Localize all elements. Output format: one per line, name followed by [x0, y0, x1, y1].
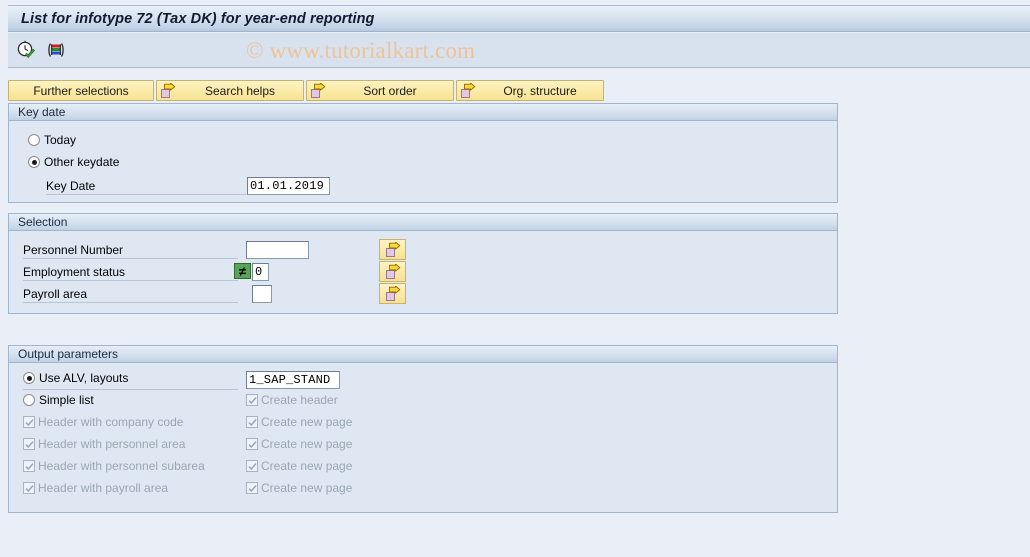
- payroll-area-multiple-selection-button[interactable]: [379, 283, 406, 304]
- checkbox-create-new-page-1[interactable]: Create new page: [246, 415, 352, 429]
- personnel-number-label: Personnel Number: [23, 241, 238, 259]
- personnel-number-input[interactable]: [246, 241, 309, 259]
- variant-bars-icon[interactable]: [44, 38, 68, 62]
- checkbox-icon[interactable]: [246, 416, 258, 428]
- sort-order-label: Sort order: [363, 83, 417, 98]
- key-date-input[interactable]: 01.01.2019: [247, 177, 330, 195]
- arrow-right-icon: [159, 81, 177, 100]
- checkbox-icon[interactable]: [246, 460, 258, 472]
- radio-simple-list[interactable]: Simple list: [23, 393, 94, 407]
- key-date-panel: Key date Today Other keydate Key Date 01…: [8, 103, 838, 203]
- checkbox-label: Create new page: [261, 415, 353, 429]
- toolbar-icon-group: [14, 33, 68, 67]
- alv-row-underline: [23, 389, 238, 390]
- checkbox-header-with-payroll-area[interactable]: Header with payroll area: [23, 481, 168, 495]
- checkbox-label: Create new page: [261, 459, 353, 473]
- arrow-right-icon: [385, 263, 400, 279]
- checkbox-create-new-page-4[interactable]: Create new page: [246, 481, 352, 495]
- payroll-area-input[interactable]: [252, 285, 272, 303]
- arrow-right-icon: [459, 81, 477, 100]
- window-title-bar: List for infotype 72 (Tax DK) for year-e…: [8, 5, 1030, 32]
- selection-panel-body: Personnel Number Employment status ≠ 0 P…: [9, 231, 837, 313]
- checkbox-label: Header with company code: [38, 415, 184, 429]
- page-title: List for infotype 72 (Tax DK) for year-e…: [21, 10, 375, 27]
- output-parameters-panel-body: Use ALV, layouts 1_SAP_STAND Simple list…: [9, 363, 837, 512]
- radio-today-button[interactable]: [28, 134, 40, 146]
- employment-status-label: Employment status: [23, 263, 238, 281]
- checkbox-label: Create new page: [261, 437, 353, 451]
- radio-today[interactable]: Today: [28, 133, 76, 147]
- checkbox-create-new-page-2[interactable]: Create new page: [246, 437, 352, 451]
- action-button-bar: Further selections Search helps Sort ord…: [8, 80, 604, 101]
- payroll-area-label: Payroll area: [23, 285, 238, 303]
- radio-other-keydate[interactable]: Other keydate: [28, 155, 119, 169]
- output-parameters-panel-header: Output parameters: [9, 346, 837, 363]
- checkbox-icon[interactable]: [246, 394, 258, 406]
- radio-other-keydate-label: Other keydate: [44, 155, 120, 169]
- sort-order-button[interactable]: Sort order: [306, 80, 454, 101]
- employment-status-operator-icon[interactable]: ≠: [234, 263, 251, 279]
- arrow-right-icon: [385, 241, 400, 257]
- checkbox-header-with-personnel-subarea[interactable]: Header with personnel subarea: [23, 459, 205, 473]
- radio-use-alv-layouts-button[interactable]: [23, 372, 35, 384]
- toolbar: [8, 33, 1030, 68]
- search-helps-button[interactable]: Search helps: [156, 80, 304, 101]
- arrow-right-icon: [309, 81, 327, 100]
- checkbox-label: Create header: [261, 393, 338, 407]
- key-date-panel-body: Today Other keydate Key Date 01.01.2019: [9, 121, 837, 202]
- radio-simple-list-button[interactable]: [23, 394, 35, 406]
- key-date-field-label: Key Date: [46, 177, 246, 195]
- radio-use-alv-layouts-label: Use ALV, layouts: [39, 371, 129, 385]
- org-structure-label: Org. structure: [503, 83, 577, 98]
- radio-today-label: Today: [44, 133, 77, 147]
- checkbox-icon[interactable]: [246, 482, 258, 494]
- checkbox-create-new-page-3[interactable]: Create new page: [246, 459, 352, 473]
- checkbox-label: Header with payroll area: [38, 481, 169, 495]
- checkbox-icon[interactable]: [23, 416, 35, 428]
- search-helps-label: Search helps: [204, 83, 276, 98]
- further-selections-button[interactable]: Further selections: [8, 80, 154, 101]
- checkbox-icon[interactable]: [246, 438, 258, 450]
- employment-status-multiple-selection-button[interactable]: [379, 261, 406, 282]
- selection-panel: Selection Personnel Number Employment st…: [8, 213, 838, 314]
- checkbox-icon[interactable]: [23, 438, 35, 450]
- personnel-number-multiple-selection-button[interactable]: [379, 239, 406, 260]
- execute-clock-icon[interactable]: [14, 38, 38, 62]
- checkbox-icon[interactable]: [23, 482, 35, 494]
- employment-status-input[interactable]: 0: [252, 263, 269, 281]
- radio-use-alv-layouts[interactable]: Use ALV, layouts: [23, 371, 128, 385]
- checkbox-label: Header with personnel subarea: [38, 459, 205, 473]
- checkbox-icon[interactable]: [23, 460, 35, 472]
- arrow-right-icon: [385, 285, 400, 301]
- radio-other-keydate-button[interactable]: [28, 156, 40, 168]
- key-date-panel-header: Key date: [9, 104, 837, 121]
- further-selections-label: Further selections: [33, 83, 129, 98]
- org-structure-button[interactable]: Org. structure: [456, 80, 604, 101]
- checkbox-header-with-personnel-area[interactable]: Header with personnel area: [23, 437, 185, 451]
- alv-layout-input[interactable]: 1_SAP_STAND: [246, 371, 340, 389]
- selection-panel-header: Selection: [9, 214, 837, 231]
- checkbox-create-header[interactable]: Create header: [246, 393, 338, 407]
- checkbox-label: Header with personnel area: [38, 437, 186, 451]
- output-parameters-panel: Output parameters Use ALV, layouts 1_SAP…: [8, 345, 838, 513]
- radio-simple-list-label: Simple list: [39, 393, 94, 407]
- checkbox-header-with-company-code[interactable]: Header with company code: [23, 415, 183, 429]
- checkbox-label: Create new page: [261, 481, 353, 495]
